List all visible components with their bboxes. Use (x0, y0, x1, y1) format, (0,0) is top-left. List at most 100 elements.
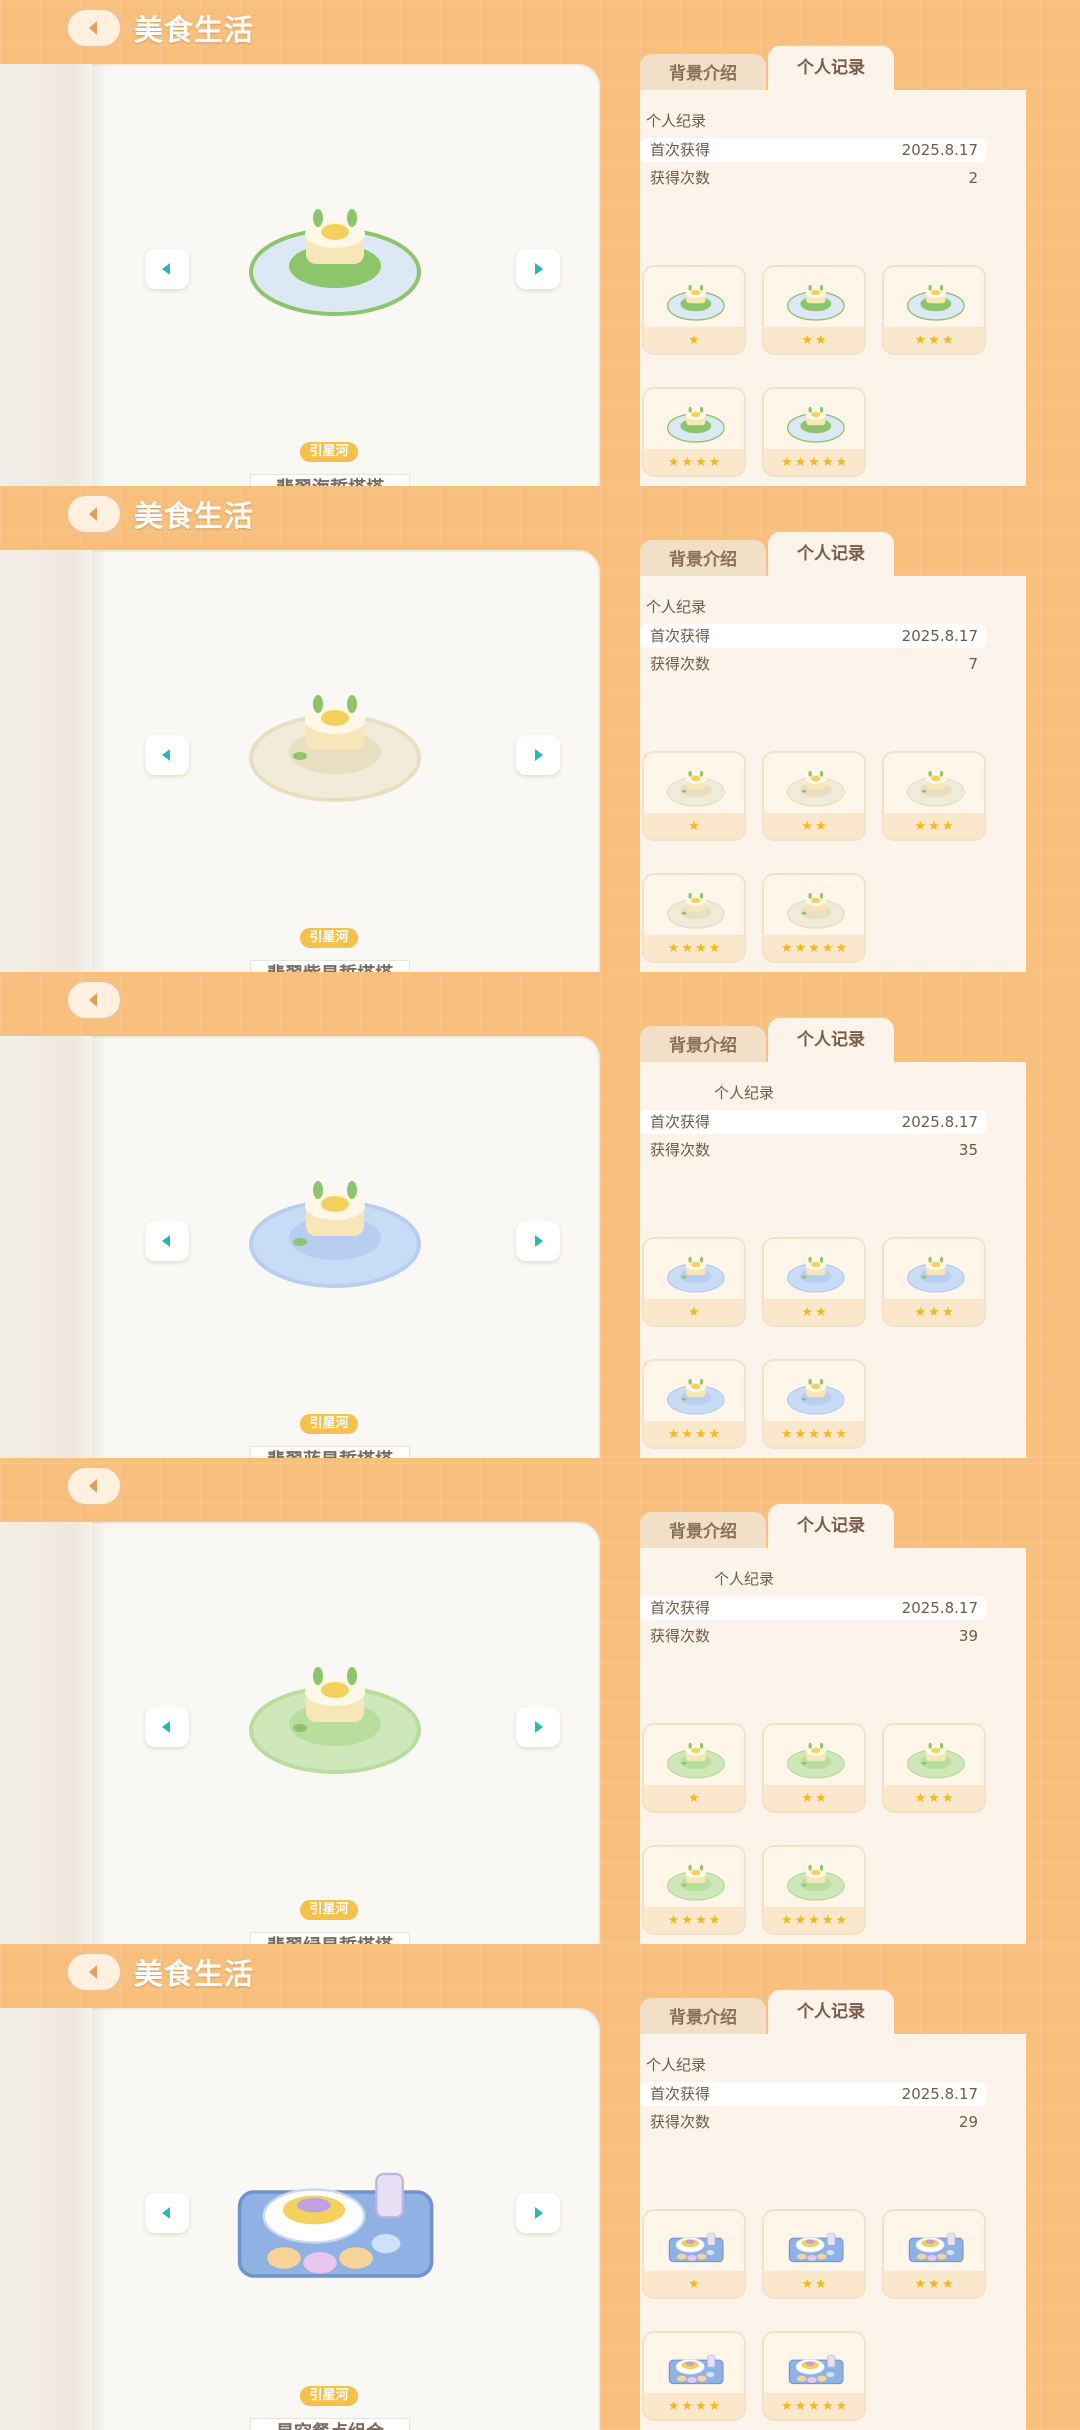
variant-thumbnail[interactable]: ★ ★ ★ ★ ★ (762, 1359, 866, 1449)
prev-food-button[interactable] (145, 1221, 189, 1261)
star-icon: ★ (821, 454, 834, 470)
prev-food-button[interactable] (145, 249, 189, 289)
star-icon: ★ (821, 2398, 834, 2414)
times-row: 获得次数 35 (640, 1138, 986, 1162)
back-arrow-icon (89, 1479, 97, 1493)
next-food-button[interactable] (516, 2193, 560, 2233)
header: 美食生活 (66, 8, 254, 48)
prev-food-button[interactable] (145, 1707, 189, 1747)
star-icon: ★ (667, 1912, 680, 1928)
tab-background[interactable]: 背景介绍 (640, 54, 766, 94)
variant-thumbnail[interactable]: ★ ★ ★ (882, 1723, 986, 1813)
back-button[interactable] (66, 980, 122, 1020)
back-button[interactable] (66, 494, 122, 534)
book-page: 引星河 翡翠海蜇塔塔 ★★★★★ (0, 64, 600, 486)
source-tag: 引星河 (300, 442, 358, 462)
variant-thumbnail[interactable]: ★ ★ (762, 751, 866, 841)
variant-stars: ★ ★ (764, 2271, 864, 2297)
star-icon: ★ (681, 2398, 693, 2414)
variant-thumbnail[interactable]: ★ ★ ★ ★ (642, 387, 746, 477)
star-icon: ★ (928, 2276, 940, 2292)
tab-personal-record[interactable]: 个人记录 (768, 1018, 894, 1066)
right-arrow-icon (535, 2207, 543, 2219)
next-food-button[interactable] (516, 1221, 560, 1261)
variant-thumbnail[interactable]: ★ (642, 2209, 746, 2299)
star-icon: ★ (821, 1426, 834, 1442)
tab-background[interactable]: 背景介绍 (640, 1026, 766, 1066)
star-icon: ★ (794, 1426, 807, 1442)
variant-stars: ★ (644, 327, 744, 353)
variant-thumbnail[interactable]: ★ ★ (762, 265, 866, 355)
variant-thumbnail[interactable]: ★ ★ ★ (882, 265, 986, 355)
star-icon: ★ (928, 1304, 940, 1320)
first-obtained-value: 2025.8.17 (901, 2085, 978, 2103)
variant-thumbnail[interactable]: ★ ★ (762, 1723, 866, 1813)
tab-background[interactable]: 背景介绍 (640, 1998, 766, 2038)
tab-personal-record[interactable]: 个人记录 (768, 532, 894, 580)
variant-thumbnail[interactable]: ★ ★ ★ ★ ★ (762, 387, 866, 477)
times-label: 获得次数 (650, 169, 711, 187)
variant-food-image (786, 284, 845, 321)
section-title: 个人纪录 (646, 598, 707, 616)
collection-panel: 美食生活 引星河 翡翠海蜇塔塔 ★★★★★ 背景介绍 个人记录 个人纪录 首次获… (0, 0, 1080, 486)
variant-thumbnail[interactable]: ★ ★ ★ ★ ★ (762, 873, 866, 963)
star-icon: ★ (815, 332, 827, 348)
star-icon: ★ (835, 1426, 848, 1442)
variant-thumbnail[interactable]: ★ ★ ★ (882, 751, 986, 841)
star-icon: ★ (794, 2398, 807, 2414)
star-icon: ★ (708, 2398, 721, 2414)
back-button[interactable] (66, 1952, 122, 1992)
variant-thumbnail[interactable]: ★ ★ ★ ★ (642, 1845, 746, 1935)
left-arrow-icon (162, 1721, 170, 1733)
variant-thumbnail[interactable]: ★ ★ ★ ★ (642, 873, 746, 963)
variant-thumbnail[interactable]: ★ ★ ★ ★ ★ (762, 2331, 866, 2421)
star-icon: ★ (835, 2398, 848, 2414)
star-icon: ★ (914, 2276, 927, 2292)
back-button[interactable] (66, 1466, 122, 1506)
section-title: 个人纪录 (646, 2056, 707, 2074)
star-icon: ★ (780, 1426, 793, 1442)
tab-personal-record[interactable]: 个人记录 (768, 1990, 894, 2038)
variant-stars: ★ ★ ★ ★ (644, 1907, 744, 1933)
variant-thumbnail[interactable]: ★ ★ ★ (882, 2209, 986, 2299)
tab-personal-record[interactable]: 个人记录 (768, 46, 894, 94)
variant-stars: ★ (644, 1785, 744, 1811)
times-row: 获得次数 39 (640, 1624, 986, 1648)
header: 美食生活 (66, 1952, 254, 1992)
collection-panel: 引星河 翡翠绿星蜇塔塔 ★★★★★ 背景介绍 个人记录 个人纪录 首次获得 20… (0, 1458, 1080, 1944)
variant-thumbnail[interactable]: ★ (642, 1723, 746, 1813)
star-icon: ★ (780, 2398, 793, 2414)
variant-thumbnail[interactable]: ★ ★ ★ ★ ★ (762, 1845, 866, 1935)
prev-food-button[interactable] (145, 735, 189, 775)
right-arrow-icon (535, 263, 543, 275)
variant-thumbnail[interactable]: ★ (642, 265, 746, 355)
header: 美食生活 (66, 494, 254, 534)
prev-food-button[interactable] (145, 2193, 189, 2233)
star-icon: ★ (688, 1790, 700, 1806)
variant-thumbnail[interactable]: ★ ★ ★ ★ (642, 1359, 746, 1449)
star-icon: ★ (780, 940, 793, 956)
record-panel: 个人纪录 首次获得 2025.8.17 获得次数 2 ★ ★ ★ ★ ★ ★ ★ ★ ★ ★ ★ ★ ★… (640, 90, 1026, 486)
variant-thumbnail[interactable]: ★ (642, 751, 746, 841)
tab-background[interactable]: 背景介绍 (640, 1512, 766, 1552)
next-food-button[interactable] (516, 249, 560, 289)
times-label: 获得次数 (650, 2113, 711, 2131)
star-icon: ★ (808, 940, 820, 956)
next-food-button[interactable] (516, 1707, 560, 1747)
star-icon: ★ (801, 1790, 813, 1806)
star-icon: ★ (667, 1426, 680, 1442)
variant-thumbnail[interactable]: ★ ★ ★ ★ (642, 2331, 746, 2421)
tab-personal-record[interactable]: 个人记录 (768, 1504, 894, 1552)
star-icon: ★ (801, 818, 813, 834)
variant-thumbnail[interactable]: ★ ★ ★ (882, 1237, 986, 1327)
next-food-button[interactable] (516, 735, 560, 775)
first-obtained-label: 首次获得 (650, 1113, 711, 1131)
back-button[interactable] (66, 8, 122, 48)
tab-background[interactable]: 背景介绍 (640, 540, 766, 580)
star-icon: ★ (835, 454, 848, 470)
variant-thumbnail[interactable]: ★ ★ (762, 1237, 866, 1327)
first-obtained-label: 首次获得 (650, 141, 711, 159)
variant-thumbnail[interactable]: ★ ★ (762, 2209, 866, 2299)
variant-stars: ★ ★ ★ ★ ★ (764, 935, 864, 961)
variant-thumbnail[interactable]: ★ (642, 1237, 746, 1327)
